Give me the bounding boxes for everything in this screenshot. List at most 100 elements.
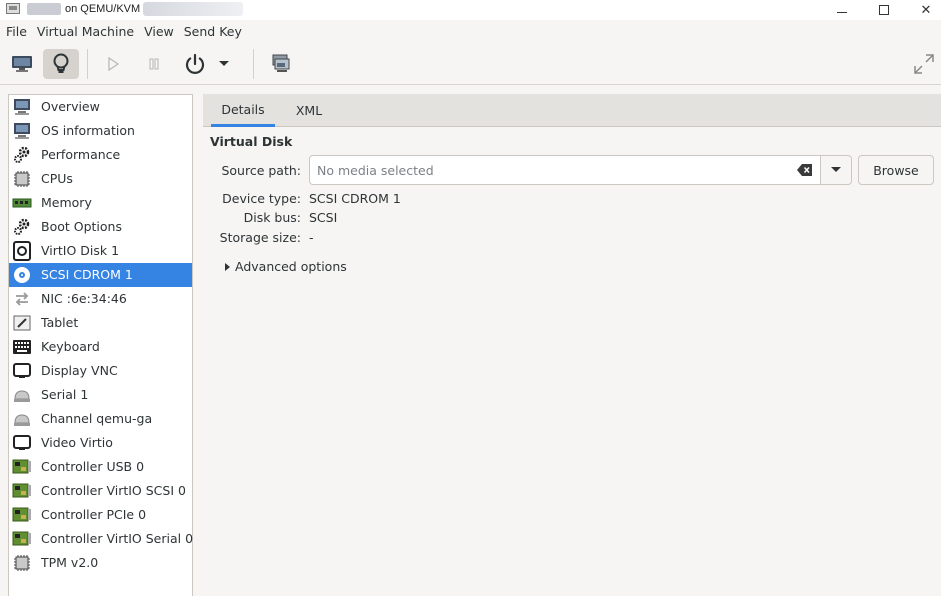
hardware-item-label: Overview bbox=[41, 99, 100, 114]
tab-details[interactable]: Details bbox=[211, 94, 275, 127]
chevron-down-icon bbox=[219, 61, 229, 66]
advanced-options-expander[interactable]: Advanced options bbox=[225, 259, 347, 274]
details-button[interactable] bbox=[43, 49, 79, 79]
hardware-item-overview[interactable]: Overview bbox=[9, 95, 192, 119]
snapshots-button[interactable] bbox=[263, 49, 299, 79]
hardware-item-performance[interactable]: Performance bbox=[9, 143, 192, 167]
hardware-item-label: Boot Options bbox=[41, 219, 122, 234]
source-path-combo bbox=[309, 155, 852, 185]
pause-icon bbox=[149, 58, 159, 70]
device-type-value: SCSI CDROM 1 bbox=[309, 191, 401, 206]
card-icon bbox=[12, 531, 31, 546]
serial-icon bbox=[14, 414, 30, 426]
source-path-input[interactable] bbox=[310, 156, 820, 184]
close-icon: ✕ bbox=[920, 2, 932, 18]
serial-icon bbox=[14, 390, 30, 402]
gears-icon bbox=[14, 146, 30, 163]
menu-bar: File Virtual Machine View Send Key bbox=[0, 20, 941, 43]
tab-xml[interactable]: XML bbox=[285, 94, 333, 127]
hardware-item-label: Channel qemu-ga bbox=[41, 411, 153, 426]
menu-virtual-machine[interactable]: Virtual Machine bbox=[37, 24, 134, 39]
title-host-redacted bbox=[143, 2, 243, 16]
hardware-item-keyboard[interactable]: Keyboard bbox=[9, 335, 192, 359]
close-button[interactable]: ✕ bbox=[906, 0, 941, 20]
window-title: on QEMU/KVM bbox=[65, 3, 141, 15]
title-bar: on QEMU/KVM ✕ bbox=[0, 0, 941, 20]
hardware-item-tablet[interactable]: Tablet bbox=[9, 311, 192, 335]
disk-bus-label: Disk bus: bbox=[243, 210, 301, 225]
pause-button[interactable] bbox=[136, 49, 172, 79]
chip-icon bbox=[14, 555, 30, 571]
hardware-item-controller-pcie-0[interactable]: Controller PCIe 0 bbox=[9, 503, 192, 527]
browse-button[interactable]: Browse bbox=[858, 155, 934, 185]
monitor-icon bbox=[12, 56, 32, 72]
hardware-item-label: Tablet bbox=[41, 315, 79, 330]
snapshots-icon bbox=[272, 54, 290, 72]
chevron-down-icon bbox=[831, 167, 841, 172]
menu-view[interactable]: View bbox=[144, 24, 174, 39]
toolbar bbox=[0, 43, 941, 85]
hardware-item-label: Display VNC bbox=[41, 363, 118, 378]
power-menu-button[interactable] bbox=[213, 49, 235, 79]
hardware-item-label: TPM v2.0 bbox=[41, 555, 99, 570]
storage-size-label: Storage size: bbox=[219, 230, 301, 245]
hardware-item-video-virtio[interactable]: Video Virtio bbox=[9, 431, 192, 455]
console-button[interactable] bbox=[4, 49, 40, 79]
menu-file[interactable]: File bbox=[6, 24, 27, 39]
card-icon bbox=[12, 483, 31, 498]
source-path-dropdown-button[interactable] bbox=[820, 155, 852, 185]
hardware-item-cpus[interactable]: CPUs bbox=[9, 167, 192, 191]
hardware-item-serial-1[interactable]: Serial 1 bbox=[9, 383, 192, 407]
menu-send-key[interactable]: Send Key bbox=[184, 24, 242, 39]
hardware-item-controller-virtio-scsi-0[interactable]: Controller VirtIO SCSI 0 bbox=[9, 479, 192, 503]
maximize-button[interactable] bbox=[864, 0, 904, 20]
app-icon bbox=[6, 3, 20, 14]
toolbar-separator bbox=[253, 49, 254, 79]
run-button[interactable] bbox=[95, 49, 131, 79]
hardware-item-label: NIC :6e:34:46 bbox=[41, 291, 127, 306]
section-title: Virtual Disk bbox=[210, 134, 293, 149]
hardware-item-label: Controller VirtIO SCSI 0 bbox=[41, 483, 186, 498]
maximize-icon bbox=[879, 5, 889, 15]
chip-icon bbox=[14, 171, 30, 187]
title-vm-name-redacted bbox=[27, 3, 61, 15]
minimize-icon bbox=[837, 11, 847, 13]
hardware-item-display-vnc[interactable]: Display VNC bbox=[9, 359, 192, 383]
card-icon bbox=[12, 459, 31, 474]
power-icon bbox=[185, 53, 205, 74]
play-icon bbox=[108, 56, 120, 72]
hardware-item-virtio-disk-1[interactable]: VirtIO Disk 1 bbox=[9, 239, 192, 263]
toolbar-separator bbox=[87, 49, 88, 79]
hardware-item-tpm[interactable]: TPM v2.0 bbox=[9, 551, 192, 575]
hardware-item-channel-qemu-ga[interactable]: Channel qemu-ga bbox=[9, 407, 192, 431]
memory-icon bbox=[12, 198, 32, 208]
hardware-item-label: Memory bbox=[41, 195, 92, 210]
card-icon bbox=[12, 507, 31, 522]
hardware-item-scsi-cdrom-1[interactable]: SCSI CDROM 1 bbox=[9, 263, 192, 287]
monitor-icon bbox=[14, 123, 30, 139]
monitor-icon bbox=[14, 99, 30, 115]
hardware-item-label: Video Virtio bbox=[41, 435, 113, 450]
hardware-item-memory[interactable]: Memory bbox=[9, 191, 192, 215]
details-panel: Details XML Virtual Disk Source path: Br… bbox=[203, 94, 941, 596]
hardware-item-label: Controller VirtIO Serial 0 bbox=[41, 531, 194, 546]
cdrom-icon bbox=[14, 267, 30, 283]
clear-text-icon[interactable] bbox=[797, 164, 813, 179]
display-icon bbox=[13, 435, 31, 450]
expander-arrow-icon bbox=[225, 262, 230, 271]
hardware-item-os-information[interactable]: OS information bbox=[9, 119, 192, 143]
hardware-item-label: Controller PCIe 0 bbox=[41, 507, 147, 522]
power-button[interactable] bbox=[177, 49, 213, 79]
hardware-item-boot-options[interactable]: Boot Options bbox=[9, 215, 192, 239]
fullscreen-button[interactable] bbox=[906, 49, 941, 79]
tab-bar: Details XML bbox=[203, 94, 941, 127]
keyboard-icon bbox=[13, 340, 31, 354]
hardware-item-label: OS information bbox=[41, 123, 135, 138]
storage-size-value: - bbox=[309, 230, 314, 245]
minimize-button[interactable] bbox=[822, 0, 862, 20]
hardware-item-nic[interactable]: NIC :6e:34:46 bbox=[9, 287, 192, 311]
source-path-label: Source path: bbox=[221, 163, 301, 178]
hardware-item-controller-virtio-serial-0[interactable]: Controller VirtIO Serial 0 bbox=[9, 527, 194, 551]
gears-icon bbox=[14, 218, 30, 235]
hardware-item-controller-usb-0[interactable]: Controller USB 0 bbox=[9, 455, 192, 479]
